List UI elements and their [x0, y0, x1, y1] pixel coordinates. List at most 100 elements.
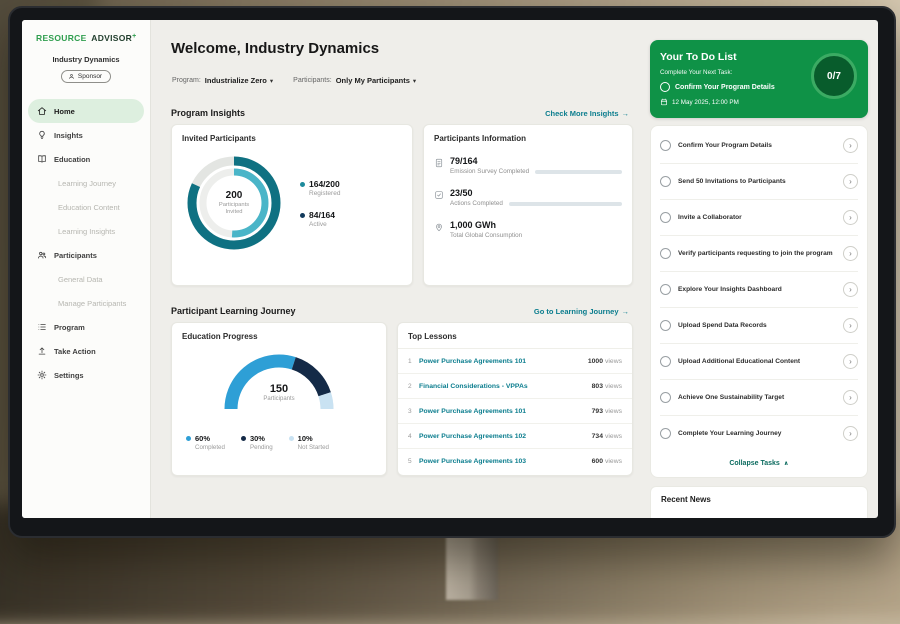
lesson-row[interactable]: 1 Power Purchase Agreements 101 1000 vie… [398, 349, 632, 374]
participants-dropdown-label: Participants: [293, 77, 332, 84]
checkbox-circle-icon[interactable] [660, 428, 671, 439]
participants-information-card: Participants Information 79/164 Emission… [423, 124, 633, 286]
stat-emission-survey: 79/164 Emission Survey Completed [424, 156, 632, 175]
todo-subtitle: Complete Your Next Task: [660, 69, 858, 76]
checkbox-circle-icon[interactable] [660, 82, 670, 92]
sidebar-item-label: Program [54, 323, 85, 332]
lightbulb-icon [37, 130, 47, 140]
calendar-icon [660, 98, 668, 106]
checkbox-circle-icon[interactable] [660, 284, 671, 295]
task-row[interactable]: Invite a Collaborator › [660, 200, 858, 236]
section-title: Participant Learning Journey [171, 306, 296, 316]
pending-label: Pending [250, 444, 273, 451]
task-label: Verify participants requesting to join t… [678, 249, 836, 258]
sidebar-item-education[interactable]: Education [22, 147, 150, 171]
chevron-right-icon[interactable]: › [843, 282, 858, 297]
section-title: Program Insights [171, 108, 245, 118]
chevron-right-icon[interactable]: › [843, 210, 858, 225]
chevron-right-icon[interactable]: › [843, 138, 858, 153]
sidebar-item-home[interactable]: Home [28, 99, 144, 123]
stat-value: 1,000 GWh [450, 220, 622, 230]
task-row[interactable]: Verify participants requesting to join t… [660, 236, 858, 272]
chevron-right-icon[interactable]: › [843, 390, 858, 405]
sidebar-item-take-action[interactable]: Take Action [22, 339, 150, 363]
arrow-right-icon: → [622, 307, 630, 316]
program-dropdown[interactable]: Program: Industrialize Zero ▾ [172, 76, 273, 85]
task-label: Explore Your Insights Dashboard [678, 285, 836, 294]
sidebar-item-education-content[interactable]: Education Content [22, 195, 150, 219]
task-row[interactable]: Send 50 Invitations to Participants › [660, 164, 858, 200]
sidebar-item-label: Home [54, 107, 75, 116]
sidebar-nav: Home Insights Education Learning Journey… [22, 99, 150, 387]
lesson-title-link[interactable]: Power Purchase Agreements 101 [419, 408, 592, 415]
checkbox-circle-icon[interactable] [660, 320, 671, 331]
task-row[interactable]: Confirm Your Program Details › [660, 128, 858, 164]
task-label: Upload Spend Data Records [678, 321, 836, 330]
sidebar-item-learning-journey[interactable]: Learning Journey [22, 171, 150, 195]
legend-dot [289, 436, 294, 441]
task-row[interactable]: Upload Additional Educational Content › [660, 344, 858, 380]
task-row[interactable]: Achieve One Sustainability Target › [660, 380, 858, 416]
sidebar-item-label: Learning Insights [58, 227, 115, 236]
participants-dropdown[interactable]: Participants: Only My Participants ▾ [293, 76, 416, 85]
lesson-title-link[interactable]: Financial Considerations - VPPAs [419, 383, 592, 390]
sidebar-item-program[interactable]: Program [22, 315, 150, 339]
chevron-right-icon[interactable]: › [843, 174, 858, 189]
dashboard-screen: RESOURCE ADVISOR+ Industry Dynamics Spon… [22, 20, 878, 518]
recent-news-header: Recent News [650, 486, 868, 518]
logo-text-resource: RESOURCE [36, 33, 87, 43]
person-icon [68, 73, 75, 80]
lesson-views-count: 734 [592, 433, 603, 440]
program-dropdown-label: Program: [172, 77, 201, 84]
lesson-row[interactable]: 2 Financial Considerations - VPPAs 803 v… [398, 374, 632, 399]
monitor-bezel: RESOURCE ADVISOR+ Industry Dynamics Spon… [8, 6, 896, 538]
task-row[interactable]: Complete Your Learning Journey › [660, 416, 858, 451]
legend-dot [186, 436, 191, 441]
sidebar-item-label: Take Action [54, 347, 96, 356]
task-label: Upload Additional Educational Content [678, 357, 836, 366]
card-title: Education Progress [172, 323, 386, 341]
checkbox-circle-icon[interactable] [660, 140, 671, 151]
checkbox-circle-icon[interactable] [660, 392, 671, 403]
lesson-row[interactable]: 4 Power Purchase Agreements 102 734 view… [398, 424, 632, 449]
chevron-right-icon[interactable]: › [843, 426, 858, 441]
lesson-views-unit: views [605, 408, 622, 415]
chevron-right-icon[interactable]: › [843, 246, 858, 261]
todo-summary-card: Your To Do List 0/7 Complete Your Next T… [650, 40, 868, 118]
donut-legend: 164/200 Registered 84/164 Active [300, 179, 340, 241]
chevron-right-icon[interactable]: › [843, 318, 858, 333]
checkbox-circle-icon[interactable] [660, 248, 671, 259]
checkbox-icon [434, 190, 444, 200]
lesson-title-link[interactable]: Power Purchase Agreements 103 [419, 458, 592, 465]
sidebar-item-manage-participants[interactable]: Manage Participants [22, 291, 150, 315]
lesson-row[interactable]: 3 Power Purchase Agreements 101 793 view… [398, 399, 632, 424]
collapse-tasks-link[interactable]: Collapse Tasks∧ [660, 451, 858, 475]
sidebar-item-general-data[interactable]: General Data [22, 267, 150, 291]
task-row[interactable]: Upload Spend Data Records › [660, 308, 858, 344]
checkbox-circle-icon[interactable] [660, 176, 671, 187]
stat-label: Emission Survey Completed [450, 168, 529, 175]
registered-value: 164/200 [309, 179, 340, 189]
sidebar-item-participants[interactable]: Participants [22, 243, 150, 267]
lesson-row[interactable]: 5 Power Purchase Agreements 103 600 view… [398, 449, 632, 473]
sidebar: RESOURCE ADVISOR+ Industry Dynamics Spon… [22, 20, 151, 518]
todo-due-date: 12 May 2025, 12:00 PM [660, 98, 858, 106]
go-to-learning-journey-link[interactable]: Go to Learning Journey→ [534, 307, 629, 316]
sidebar-item-insights[interactable]: Insights [22, 123, 150, 147]
task-row[interactable]: Explore Your Insights Dashboard › [660, 272, 858, 308]
card-title: Top Lessons [398, 323, 632, 349]
lesson-title-link[interactable]: Power Purchase Agreements 102 [419, 433, 592, 440]
sidebar-item-settings[interactable]: Settings [22, 363, 150, 387]
lesson-title-link[interactable]: Power Purchase Agreements 101 [419, 358, 588, 365]
lesson-views-count: 803 [592, 383, 603, 390]
task-label: Complete Your Learning Journey [678, 429, 836, 438]
checkbox-circle-icon[interactable] [660, 356, 671, 367]
lesson-views-unit: views [605, 433, 622, 440]
check-more-insights-link[interactable]: Check More Insights→ [545, 109, 629, 118]
chevron-right-icon[interactable]: › [843, 354, 858, 369]
lesson-views-count: 793 [592, 408, 603, 415]
collapse-label: Collapse Tasks [729, 460, 779, 467]
checkbox-circle-icon[interactable] [660, 212, 671, 223]
lesson-rank: 2 [408, 383, 419, 390]
sidebar-item-learning-insights[interactable]: Learning Insights [22, 219, 150, 243]
